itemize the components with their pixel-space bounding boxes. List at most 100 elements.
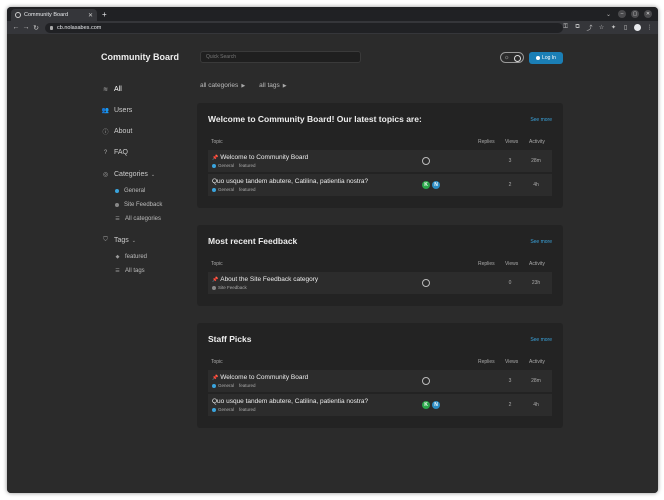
sidebar-tag-featured[interactable]: ◆ featured	[115, 254, 147, 260]
column-activity: Activity	[529, 139, 545, 145]
minimize-icon[interactable]: –	[618, 10, 626, 18]
avatar[interactable]	[422, 279, 430, 287]
quick-search-input[interactable]	[200, 51, 361, 63]
avatar[interactable]: N	[432, 401, 440, 409]
sidebar-item-label: All	[114, 86, 122, 93]
category-color-dot	[212, 407, 216, 412]
topic-tag[interactable]: featured	[239, 383, 256, 388]
topic-title: About the Site Feedback category	[220, 276, 319, 283]
avatar[interactable]	[422, 377, 430, 385]
category-badge[interactable]: General	[218, 163, 234, 168]
card-title: Staff Picks	[208, 334, 252, 344]
tab-search-chevron-icon[interactable]: ⌄	[606, 11, 611, 18]
tag-filter-dropdown[interactable]: all tags ▶	[259, 82, 286, 89]
column-views: Views	[505, 139, 519, 145]
category-badge[interactable]: General	[218, 383, 234, 388]
table-row[interactable]: 📌 Welcome to Community Board General feat…	[208, 150, 552, 172]
topic-title-link[interactable]: 📌 Welcome to Community Board	[212, 374, 308, 381]
sidebar-section-tags[interactable]: ⛉ Tags ⌄	[102, 237, 136, 244]
login-button[interactable]: Log In	[529, 52, 563, 64]
maximize-icon[interactable]: ▢	[631, 10, 639, 18]
avatar[interactable]: K	[422, 401, 430, 409]
side-panel-icon[interactable]: ▯	[622, 24, 629, 31]
table-row[interactable]: 📌 Welcome to Community Board General feat…	[208, 370, 552, 392]
table-row[interactable]: 📌 About the Site Feedback category Site F…	[208, 272, 552, 294]
feedback-card: Most recent Feedback See more Topic Repl…	[197, 225, 563, 306]
activity-time[interactable]: 28m	[526, 158, 546, 164]
new-tab-icon[interactable]: +	[102, 10, 107, 20]
column-replies: Replies	[478, 139, 495, 145]
close-window-icon[interactable]: ✕	[644, 10, 652, 18]
url-field[interactable]: cb.nolasabes.com	[45, 22, 563, 33]
install-app-icon[interactable]: ⧉	[574, 24, 581, 31]
lock-icon[interactable]	[50, 25, 53, 30]
column-topic: Topic	[211, 139, 223, 145]
topic-tag[interactable]: featured	[239, 163, 256, 168]
activity-time[interactable]: 23h	[526, 280, 546, 286]
profile-avatar-icon[interactable]	[634, 24, 641, 31]
category-badge[interactable]: Site Feedback	[218, 285, 247, 290]
sidebar-item-about[interactable]: ⓘ About	[102, 128, 132, 136]
close-tab-icon[interactable]: ✕	[88, 12, 93, 19]
share-icon[interactable]: ⤴	[586, 23, 593, 32]
see-more-link[interactable]: See more	[530, 239, 552, 245]
topic-title-link[interactable]: 📌 About the Site Feedback category	[212, 276, 318, 283]
topic-title-link[interactable]: Quo usque tandem abutere, Catilina, pati…	[212, 398, 368, 405]
category-badge[interactable]: General	[218, 407, 234, 412]
users-icon: 👥	[101, 108, 110, 114]
sidebar-item-all[interactable]: ≋ All	[102, 86, 122, 93]
activity-time[interactable]: 4h	[526, 402, 546, 408]
topic-title: Quo usque tandem abutere, Catilina, pati…	[212, 178, 369, 185]
back-icon[interactable]: ←	[11, 24, 21, 31]
sidebar-category-site-feedback[interactable]: Site Feedback	[115, 202, 162, 208]
sidebar-category-general[interactable]: General	[115, 188, 145, 194]
address-bar: ← → ↻ cb.nolasabes.com ⚿ ⧉ ⤴ ☆ ✦ ▯ ⋮	[7, 21, 658, 34]
category-label: General	[124, 188, 146, 194]
table-row[interactable]: Quo usque tandem abutere, Catilina, pati…	[208, 174, 552, 196]
sidebar-item-faq[interactable]: ? FAQ	[102, 149, 128, 156]
views-count: 3	[508, 378, 512, 384]
topic-title-link[interactable]: Quo usque tandem abutere, Catilina, pati…	[212, 178, 368, 185]
sidebar-all-categories[interactable]: ☰ All categories	[115, 216, 161, 222]
reload-icon[interactable]: ↻	[31, 24, 41, 32]
column-topic: Topic	[211, 261, 223, 267]
theme-toggle[interactable]: ☼	[500, 52, 524, 63]
card-title: Most recent Feedback	[208, 236, 298, 246]
topic-meta: General featured	[212, 163, 256, 168]
topic-tag[interactable]: featured	[239, 187, 256, 192]
activity-time[interactable]: 4h	[526, 182, 546, 188]
key-icon[interactable]: ⚿	[562, 24, 569, 31]
avatar[interactable]: N	[432, 181, 440, 189]
tab-title: Community Board	[24, 12, 69, 18]
column-replies: Replies	[478, 359, 495, 365]
table-row[interactable]: Quo usque tandem abutere, Catilina, pati…	[208, 394, 552, 416]
filter-bar: all categories ▶ all tags ▶	[200, 82, 287, 89]
see-more-link[interactable]: See more	[530, 117, 552, 123]
category-filter-dropdown[interactable]: all categories ▶	[200, 82, 245, 89]
category-badge[interactable]: General	[218, 187, 234, 192]
url-text: cb.nolasabes.com	[57, 24, 102, 31]
category-label: All categories	[125, 216, 162, 222]
sidebar-section-categories[interactable]: ◎ Categories ⌄	[102, 171, 155, 178]
site-title[interactable]: Community Board	[101, 52, 179, 62]
bookmark-star-icon[interactable]: ☆	[598, 24, 605, 31]
staff-picks-card: Staff Picks See more Topic Replies Views…	[197, 323, 563, 428]
layers-icon: ≋	[102, 87, 109, 93]
extensions-icon[interactable]: ✦	[610, 24, 617, 31]
avatar[interactable]	[422, 157, 430, 165]
browser-menu-icon[interactable]: ⋮	[646, 24, 653, 31]
sidebar-all-tags[interactable]: ☰ All tags	[115, 268, 144, 274]
topic-title-link[interactable]: 📌 Welcome to Community Board	[212, 154, 308, 161]
views-count: 2	[508, 402, 512, 408]
activity-time[interactable]: 28m	[526, 378, 546, 384]
forward-icon[interactable]: →	[21, 24, 31, 31]
avatar[interactable]: K	[422, 181, 430, 189]
page-content: Community Board ☼ Log In ≋ All 👥 Users ⓘ	[7, 34, 658, 493]
browser-tab[interactable]: Community Board ✕	[11, 9, 97, 21]
topic-tag[interactable]: featured	[239, 407, 256, 412]
site-header: Community Board ☼ Log In	[7, 34, 658, 74]
chevron-down-icon: ⌄	[131, 237, 136, 244]
browser-window: Community Board ✕ + ⌄ – ▢ ✕ ← → ↻ cb.nol…	[7, 7, 658, 493]
sidebar-item-users[interactable]: 👥 Users	[101, 107, 133, 114]
see-more-link[interactable]: See more	[530, 337, 552, 343]
